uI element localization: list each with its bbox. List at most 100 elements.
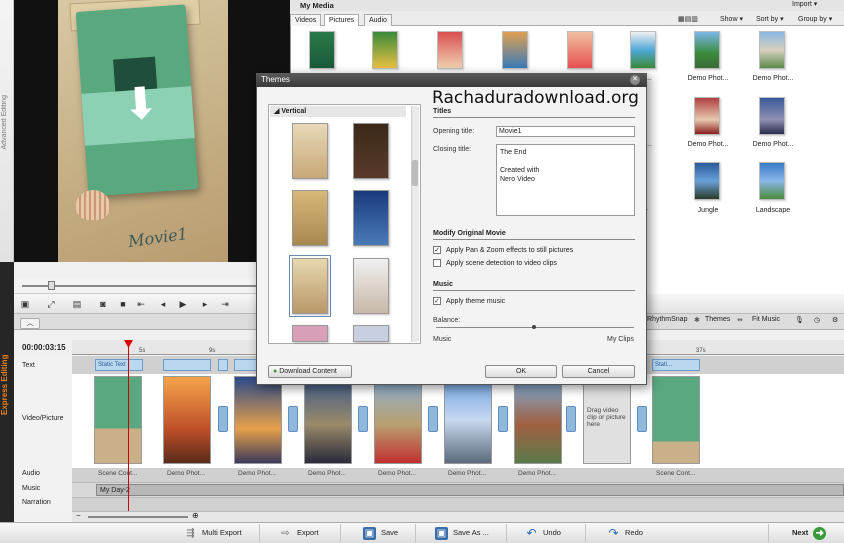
settings-icon[interactable]: ⚙ [832,316,838,324]
themes-button[interactable]: Themes [705,316,730,323]
scene-detection-checkbox[interactable] [433,259,441,267]
transition[interactable] [637,406,647,432]
music-clip[interactable]: My Day-2 [96,484,844,496]
media-thumbnail[interactable] [694,97,720,135]
download-content-button[interactable]: ● Download Content [268,365,352,378]
layout-icon[interactable]: ▤ [70,297,84,311]
playhead[interactable] [128,340,129,512]
timecode: 00:00:03:15 [14,340,72,355]
narration-track [72,497,844,511]
zoom-slider[interactable] [88,516,188,518]
video-clip[interactable] [514,376,562,464]
video-clip[interactable] [444,376,492,464]
timer-icon[interactable]: ◷ [814,316,820,324]
opening-title-input[interactable]: Movie1 [496,126,635,137]
video-clip[interactable] [304,376,352,464]
transition[interactable] [566,406,576,432]
show-dropdown[interactable]: Show ▾ [720,14,743,25]
theme-thumbnail[interactable] [353,325,389,342]
media-thumbnail[interactable] [630,31,656,69]
transition[interactable] [428,406,438,432]
text-clip-placeholder[interactable] [163,359,211,371]
rhythm-snap-button[interactable]: RhythmSnap [647,316,687,323]
export-button[interactable]: ⇨ Export [279,524,318,542]
group-by-dropdown[interactable]: Group by ▾ [798,14,832,25]
media-thumbnail[interactable] [567,31,593,69]
video-clip[interactable] [374,376,422,464]
theme-gallery [268,104,421,344]
video-clip[interactable] [234,376,282,464]
fit-music-button[interactable]: Fit Music [752,316,780,323]
microphone-icon[interactable]: 🎙 [795,316,804,324]
media-thumbnail[interactable] [309,31,335,69]
seek-track[interactable] [22,285,262,287]
transition[interactable] [288,406,298,432]
zoom-in-icon[interactable]: ⊕ [192,511,199,520]
redo-button[interactable]: ↷ Redo [607,524,642,542]
video-clip[interactable] [163,376,211,464]
play-icon[interactable]: ▶ [176,297,190,311]
theme-thumbnail[interactable] [353,258,389,314]
transition[interactable] [498,406,508,432]
media-thumbnail[interactable] [437,31,463,69]
theme-thumbnail[interactable] [292,325,328,342]
close-icon[interactable]: ✕ [630,75,640,85]
go-end-icon[interactable]: ⇥ [218,297,232,311]
multi-export-button[interactable]: ⇶ Multi Export [184,524,242,542]
zoom-out-icon[interactable]: − [76,511,81,520]
save-as-button[interactable]: ▣ Save As ... [435,524,489,542]
gallery-category[interactable]: ◢ Vertical [270,106,406,117]
seek-handle[interactable] [48,281,55,290]
text-clip-placeholder[interactable] [218,359,228,371]
collapse-icon[interactable]: ︿ [20,318,40,329]
theme-music-checkbox[interactable]: ✓ [433,297,441,305]
text-clip[interactable]: Static Text [95,359,143,371]
media-caption: Demo Phot... [687,75,729,82]
drop-target[interactable]: Drag video clip or picture here [583,376,631,464]
cancel-button[interactable]: Cancel [562,365,635,378]
screen-mode-icon[interactable]: ▣ [18,297,32,311]
gallery-scrollbar[interactable] [411,106,419,342]
import-button[interactable]: Import ▾ [792,0,817,10]
media-thumbnail[interactable] [372,31,398,69]
view-grid-icon[interactable]: ▦▤▥ [678,14,698,25]
next-frame-icon[interactable]: ▸ [198,297,212,311]
tab-audio[interactable]: Audio [364,14,392,26]
advanced-editing-tab[interactable]: Advanced Editing [0,0,14,262]
gallery-scroll-thumb[interactable] [412,160,418,186]
ruler-tick: 5s [139,348,146,354]
fullscreen-icon[interactable]: ⤢ [44,297,58,311]
sort-by-dropdown[interactable]: Sort by ▾ [756,14,784,25]
media-thumbnail[interactable] [759,31,785,69]
transition[interactable] [218,406,228,432]
video-clip[interactable] [94,376,142,464]
tab-videos[interactable]: Videos [290,14,322,26]
save-button[interactable]: ▣ Save [363,524,398,542]
multi-export-label: Multi Export [202,528,242,537]
video-clip[interactable] [652,376,700,464]
theme-thumbnail[interactable] [353,190,389,246]
go-start-icon[interactable]: ⇤ [134,297,148,311]
snapshot-icon[interactable]: ◙ [96,297,110,311]
theme-thumbnail[interactable] [353,123,389,179]
tab-pictures[interactable]: Pictures [324,14,360,26]
next-button[interactable]: Next ➜ [792,524,827,542]
theme-thumbnail-selected[interactable] [289,255,331,317]
closing-title-textarea[interactable]: The End Created with Nero Video [496,144,635,216]
ok-button[interactable]: OK [485,365,557,378]
text-clip[interactable]: Stati... [652,359,700,371]
media-thumbnail[interactable] [502,31,528,69]
undo-button[interactable]: ↶ Undo [525,524,560,542]
media-thumbnail[interactable] [694,31,720,69]
transition[interactable] [358,406,368,432]
stop-icon[interactable]: ■ [116,297,130,311]
media-thumbnail[interactable] [694,162,720,200]
theme-thumbnail[interactable] [292,190,328,246]
panzoom-checkbox[interactable]: ✓ [433,246,441,254]
prev-frame-icon[interactable]: ◂ [156,297,170,311]
theme-thumbnail[interactable] [292,123,328,179]
express-editing-tab[interactable]: Express Editing [0,340,12,430]
balance-slider-thumb[interactable] [532,325,536,329]
media-thumbnail[interactable] [759,162,785,200]
media-thumbnail[interactable] [759,97,785,135]
